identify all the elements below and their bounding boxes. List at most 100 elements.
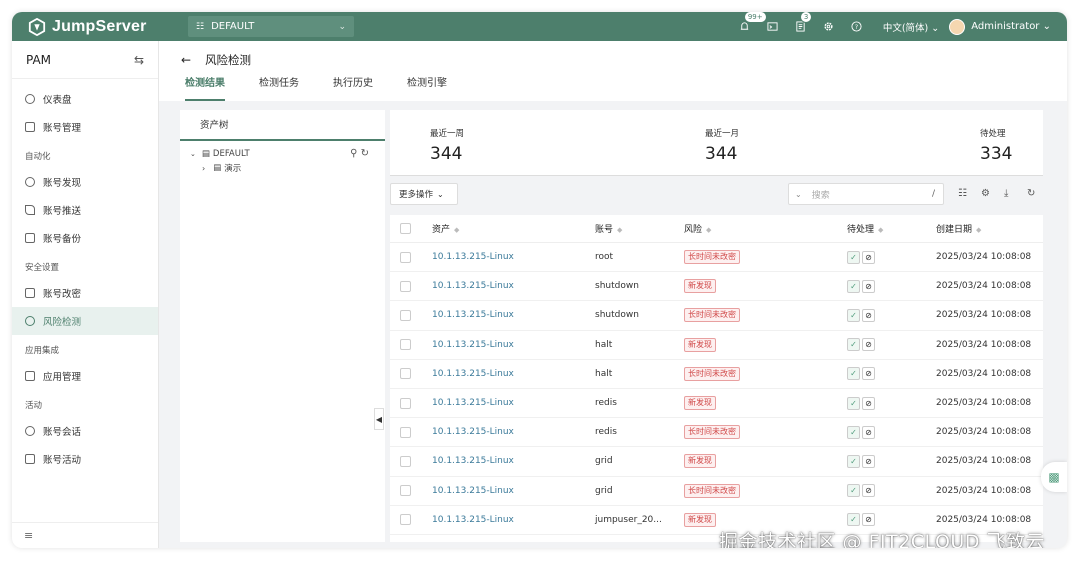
tab-tasks[interactable]: 检测任务 <box>259 77 299 101</box>
col-label: 风险 <box>684 225 703 235</box>
row-checkbox[interactable] <box>400 368 411 380</box>
confirm-icon[interactable]: ✓ <box>847 308 860 322</box>
ignore-icon[interactable]: ⊘ <box>862 367 875 381</box>
asset-link[interactable]: 10.1.13.215-Linux <box>432 398 514 408</box>
search-icon[interactable]: ⚲ <box>350 148 357 159</box>
tree-node-demo[interactable]: › ▤ 演示 <box>180 161 385 175</box>
select-all-checkbox[interactable] <box>400 223 411 234</box>
avatar[interactable] <box>949 18 966 35</box>
ignore-icon[interactable]: ⊘ <box>862 484 875 498</box>
notification-button[interactable]: 99+ <box>738 12 767 34</box>
terminal-button[interactable] <box>766 20 780 34</box>
sidebar-item-discovery[interactable]: 账号发现 <box>12 168 158 196</box>
tickets-button[interactable]: 3 <box>794 12 813 34</box>
table-row[interactable]: 10.1.13.215-Linux redis 新发现 ✓ ⊘ 2025/03/24 10… <box>390 389 1043 419</box>
back-arrow-icon[interactable]: ← <box>181 53 191 67</box>
confirm-icon[interactable]: ✓ <box>847 250 860 264</box>
help-button[interactable]: ? <box>850 20 864 34</box>
sidebar-item-push[interactable]: 账号推送 <box>12 196 158 224</box>
ignore-icon[interactable]: ⊘ <box>862 308 875 322</box>
asset-link[interactable]: 10.1.13.215-Linux <box>432 456 514 466</box>
switch-view-icon[interactable]: ⇆ <box>134 53 144 67</box>
more-actions-button[interactable]: 更多操作 ⌄ <box>390 183 458 205</box>
collapse-tree-button[interactable]: ◀ <box>374 408 384 430</box>
settings-button[interactable] <box>822 20 836 34</box>
sidebar-item-label: 账号推送 <box>43 206 82 217</box>
table-row[interactable]: 10.1.13.215-Linux shutdown 新发现 ✓ ⊘ 2025/03/24… <box>390 272 1043 302</box>
filter-icon[interactable]: ☷ <box>958 188 967 199</box>
row-checkbox[interactable] <box>400 251 411 263</box>
row-checkbox[interactable] <box>400 309 411 321</box>
row-checkbox[interactable] <box>400 514 411 526</box>
table-row[interactable]: 10.1.13.215-Linux halt 新发现 ✓ ⊘ 2025/03/24 10:… <box>390 331 1043 360</box>
ignore-icon[interactable]: ⊘ <box>862 396 875 410</box>
chat-assistant-button[interactable]: ▩ <box>1041 462 1067 492</box>
account-name: shutdown <box>595 310 639 321</box>
row-checkbox[interactable] <box>400 455 411 467</box>
sidebar-item-activity[interactable]: 账号活动 <box>12 445 158 473</box>
tab-history[interactable]: 执行历史 <box>333 77 373 101</box>
table-row[interactable]: 10.1.13.215-Linux grid 长时间未改密 ✓ ⊘ 2025/03/24 … <box>390 477 1043 506</box>
col-date[interactable]: 创建日期 ◆ <box>936 222 1043 235</box>
table-row[interactable]: 10.1.13.215-Linux halt 长时间未改密 ✓ ⊘ 2025/03/24 … <box>390 360 1043 389</box>
org-selector[interactable]: ☷ DEFAULT ⌄ <box>188 16 354 37</box>
col-account[interactable]: 账号 ◆ <box>595 222 684 235</box>
ignore-icon[interactable]: ⊘ <box>862 513 875 527</box>
row-checkbox[interactable] <box>400 280 411 292</box>
collapse-menu-button[interactable]: ≡ <box>12 522 158 548</box>
ignore-icon[interactable]: ⊘ <box>862 425 875 439</box>
brand-logo[interactable]: JumpServer <box>28 17 178 36</box>
col-asset[interactable]: 资产 ◆ <box>432 222 595 235</box>
sidebar-item-accounts[interactable]: 账号管理 <box>12 113 158 141</box>
table-row[interactable]: 10.1.13.215-Linux shutdown 长时间未改密 ✓ ⊘ 2025/03… <box>390 301 1043 331</box>
refresh-icon[interactable]: ↻ <box>361 148 369 159</box>
language-selector[interactable]: 中文(简体) ⌄ <box>883 20 939 34</box>
row-checkbox[interactable] <box>400 485 411 497</box>
asset-link[interactable]: 10.1.13.215-Linux <box>432 427 514 437</box>
confirm-icon[interactable]: ✓ <box>847 367 860 381</box>
ignore-icon[interactable]: ⊘ <box>862 454 875 468</box>
risk-tag: 新发现 <box>684 396 716 411</box>
tab-results[interactable]: 检测结果 <box>185 77 225 101</box>
asset-link[interactable]: 10.1.13.215-Linux <box>432 310 514 320</box>
confirm-icon[interactable]: ✓ <box>847 338 860 352</box>
confirm-icon[interactable]: ✓ <box>847 513 860 527</box>
row-checkbox[interactable] <box>400 397 411 409</box>
created-date: 2025/03/24 10:08:08 <box>936 427 1032 438</box>
asset-link[interactable]: 10.1.13.215-Linux <box>432 515 514 525</box>
table-row[interactable]: 10.1.13.215-Linux redis 长时间未改密 ✓ ⊘ 2025/03/24… <box>390 418 1043 448</box>
confirm-icon[interactable]: ✓ <box>847 425 860 439</box>
sidebar-item-dashboard[interactable]: 仪表盘 <box>12 85 158 113</box>
ignore-icon[interactable]: ⊘ <box>862 250 875 264</box>
search-input[interactable]: ⌄ 搜索 / <box>788 183 944 205</box>
sidebar-item-sessions[interactable]: 账号会话 <box>12 417 158 445</box>
col-pending[interactable]: 待处理 ◆ <box>847 222 936 235</box>
sidebar-item-risk-detection[interactable]: 风险检测 <box>12 307 158 335</box>
refresh-icon[interactable]: ↻ <box>1027 188 1035 199</box>
col-risk[interactable]: 风险 ◆ <box>684 222 847 235</box>
confirm-icon[interactable]: ✓ <box>847 279 860 293</box>
table-row[interactable]: 10.1.13.215-Linux grid 新发现 ✓ ⊘ 2025/03/24 10:… <box>390 447 1043 477</box>
sidebar-item-backup[interactable]: 账号备份 <box>12 224 158 252</box>
table-row[interactable]: 10.1.13.215-Linux root 长时间未改密 ✓ ⊘ 2025/03/24 … <box>390 243 1043 273</box>
confirm-icon[interactable]: ✓ <box>847 396 860 410</box>
confirm-icon[interactable]: ✓ <box>847 454 860 468</box>
gear-icon[interactable]: ⚙ <box>981 188 990 199</box>
asset-link[interactable]: 10.1.13.215-Linux <box>432 486 514 496</box>
asset-link[interactable]: 10.1.13.215-Linux <box>432 281 514 291</box>
ignore-icon[interactable]: ⊘ <box>862 338 875 352</box>
asset-link[interactable]: 10.1.13.215-Linux <box>432 252 514 262</box>
tab-engines[interactable]: 检测引擎 <box>407 77 447 101</box>
asset-link[interactable]: 10.1.13.215-Linux <box>432 369 514 379</box>
sidebar-item-change-secret[interactable]: 账号改密 <box>12 279 158 307</box>
created-date: 2025/03/24 10:08:08 <box>936 339 1032 350</box>
row-checkbox[interactable] <box>400 339 411 351</box>
row-checkbox[interactable] <box>400 426 411 438</box>
download-icon[interactable]: ⤓ <box>1004 188 1008 199</box>
asset-link[interactable]: 10.1.13.215-Linux <box>432 340 514 350</box>
ignore-icon[interactable]: ⊘ <box>862 279 875 293</box>
page-title: ← 风险检测 <box>181 52 251 68</box>
confirm-icon[interactable]: ✓ <box>847 484 860 498</box>
sidebar-item-apps[interactable]: 应用管理 <box>12 362 158 390</box>
user-menu[interactable]: Administrator ⌄ <box>971 21 1051 32</box>
